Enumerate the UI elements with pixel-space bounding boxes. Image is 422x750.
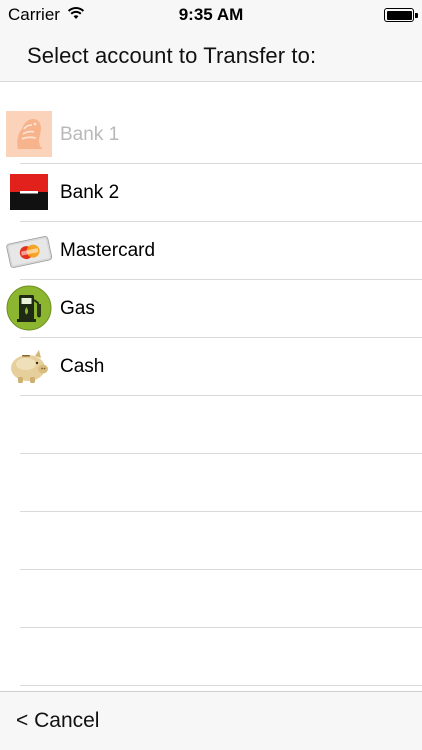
status-bar: Carrier 9:35 AM xyxy=(0,0,422,30)
status-right xyxy=(274,8,418,22)
account-row-cash[interactable]: Cash xyxy=(0,338,422,396)
bottom-toolbar: < Cancel xyxy=(0,691,422,750)
empty-row xyxy=(0,628,422,686)
empty-row xyxy=(0,512,422,570)
battery-icon xyxy=(384,8,418,22)
empty-row xyxy=(0,396,422,454)
credit-card-icon xyxy=(6,227,52,273)
lion-bank-icon xyxy=(6,111,52,157)
red-black-bank-icon xyxy=(6,169,52,215)
battery-tip xyxy=(415,12,418,18)
account-label: Bank 2 xyxy=(60,182,120,203)
header: Select account to Transfer to: xyxy=(0,30,422,82)
cancel-button[interactable]: < Cancel xyxy=(16,709,99,733)
empty-row xyxy=(0,454,422,512)
account-row-gas[interactable]: Gas xyxy=(0,280,422,338)
battery-fill xyxy=(386,10,412,20)
account-row-bank-1[interactable]: Bank 1 xyxy=(0,106,422,164)
gas-pump-icon xyxy=(6,285,52,331)
account-label: Mastercard xyxy=(60,240,156,261)
screen: Carrier 9:35 AM Select account to Transf… xyxy=(0,0,422,750)
piggy-bank-icon xyxy=(6,343,52,389)
empty-row xyxy=(0,570,422,628)
status-left: Carrier xyxy=(8,5,148,25)
wifi-icon xyxy=(67,5,85,25)
page-title: Select account to Transfer to: xyxy=(27,42,317,68)
carrier-label: Carrier xyxy=(8,5,60,24)
account-label: Bank 1 xyxy=(60,124,120,145)
account-row-bank-2[interactable]: Bank 2 xyxy=(0,164,422,222)
account-label: Cash xyxy=(60,356,105,377)
account-row-mastercard[interactable]: Mastercard xyxy=(0,222,422,280)
account-list: Bank 1 Bank 2 Mastercard Gas Cash xyxy=(0,106,422,686)
account-label: Gas xyxy=(60,298,95,319)
status-time: 9:35 AM xyxy=(178,5,244,24)
